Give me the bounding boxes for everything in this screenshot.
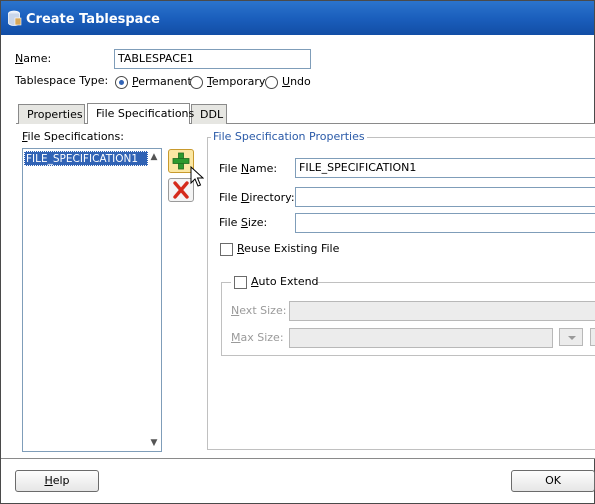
- radio-permanent-label[interactable]: Permanent: [132, 75, 192, 88]
- file-size-input[interactable]: [295, 213, 595, 233]
- window-title: Create Tablespace: [26, 12, 160, 27]
- radio-selected-dot: [119, 80, 124, 85]
- name-input[interactable]: TABLESPACE1: [114, 49, 311, 69]
- file-directory-label: File Directory:: [219, 191, 295, 204]
- list-item[interactable]: FILE_SPECIFICATION1: [24, 151, 148, 166]
- help-button[interactable]: Help: [15, 470, 99, 492]
- file-name-input[interactable]: FILE_SPECIFICATION1: [295, 158, 595, 178]
- max-size-extra-field[interactable]: [590, 328, 595, 346]
- radio-temporary-label[interactable]: Temporary: [207, 75, 265, 88]
- max-size-input[interactable]: [289, 328, 553, 348]
- footer-separator: [1, 458, 595, 459]
- max-size-unit-dropdown[interactable]: [559, 328, 583, 346]
- radio-undo[interactable]: [265, 76, 278, 89]
- title-bar[interactable]: Create Tablespace: [1, 1, 594, 35]
- tab-file-specifications[interactable]: File Specifications: [87, 103, 194, 124]
- radio-temporary[interactable]: [190, 76, 203, 89]
- tablespace-type-label: Tablespace Type:: [15, 74, 109, 87]
- scroll-up-icon[interactable]: ▲: [148, 151, 160, 163]
- file-specifications-list[interactable]: FILE_SPECIFICATION1 ▲ ▼: [22, 148, 162, 452]
- create-tablespace-dialog: Create Tablespace Name: TABLESPACE1 Tabl…: [0, 0, 595, 504]
- next-size-label: Next Size:: [231, 304, 287, 317]
- file-directory-input[interactable]: [295, 187, 595, 207]
- auto-extend-title: Auto Extend: [231, 275, 319, 291]
- scroll-down-icon[interactable]: ▼: [148, 437, 160, 449]
- tab-properties[interactable]: Properties: [18, 104, 85, 124]
- ok-button[interactable]: OK: [511, 470, 595, 492]
- file-size-label: File Size:: [219, 216, 268, 229]
- file-specifications-label: File Specifications:: [22, 130, 124, 143]
- tab-ddl[interactable]: DDL: [191, 104, 227, 124]
- radio-permanent[interactable]: [115, 76, 128, 89]
- chevron-down-icon: [568, 336, 576, 340]
- reuse-existing-file-checkbox[interactable]: [220, 243, 233, 256]
- mouse-cursor-icon: [190, 166, 204, 187]
- auto-extend-checkbox-box[interactable]: [234, 276, 247, 289]
- group-title: File Specification Properties: [211, 130, 367, 143]
- reuse-existing-file-label[interactable]: Reuse Existing File: [237, 242, 339, 255]
- next-size-input[interactable]: [289, 301, 595, 321]
- radio-undo-label[interactable]: Undo: [282, 75, 311, 88]
- file-name-label: File Name:: [219, 162, 278, 175]
- database-icon: [8, 10, 22, 26]
- max-size-label: Max Size:: [231, 331, 284, 344]
- name-label: Name:: [15, 52, 52, 65]
- auto-extend-text[interactable]: Auto Extend: [251, 275, 319, 288]
